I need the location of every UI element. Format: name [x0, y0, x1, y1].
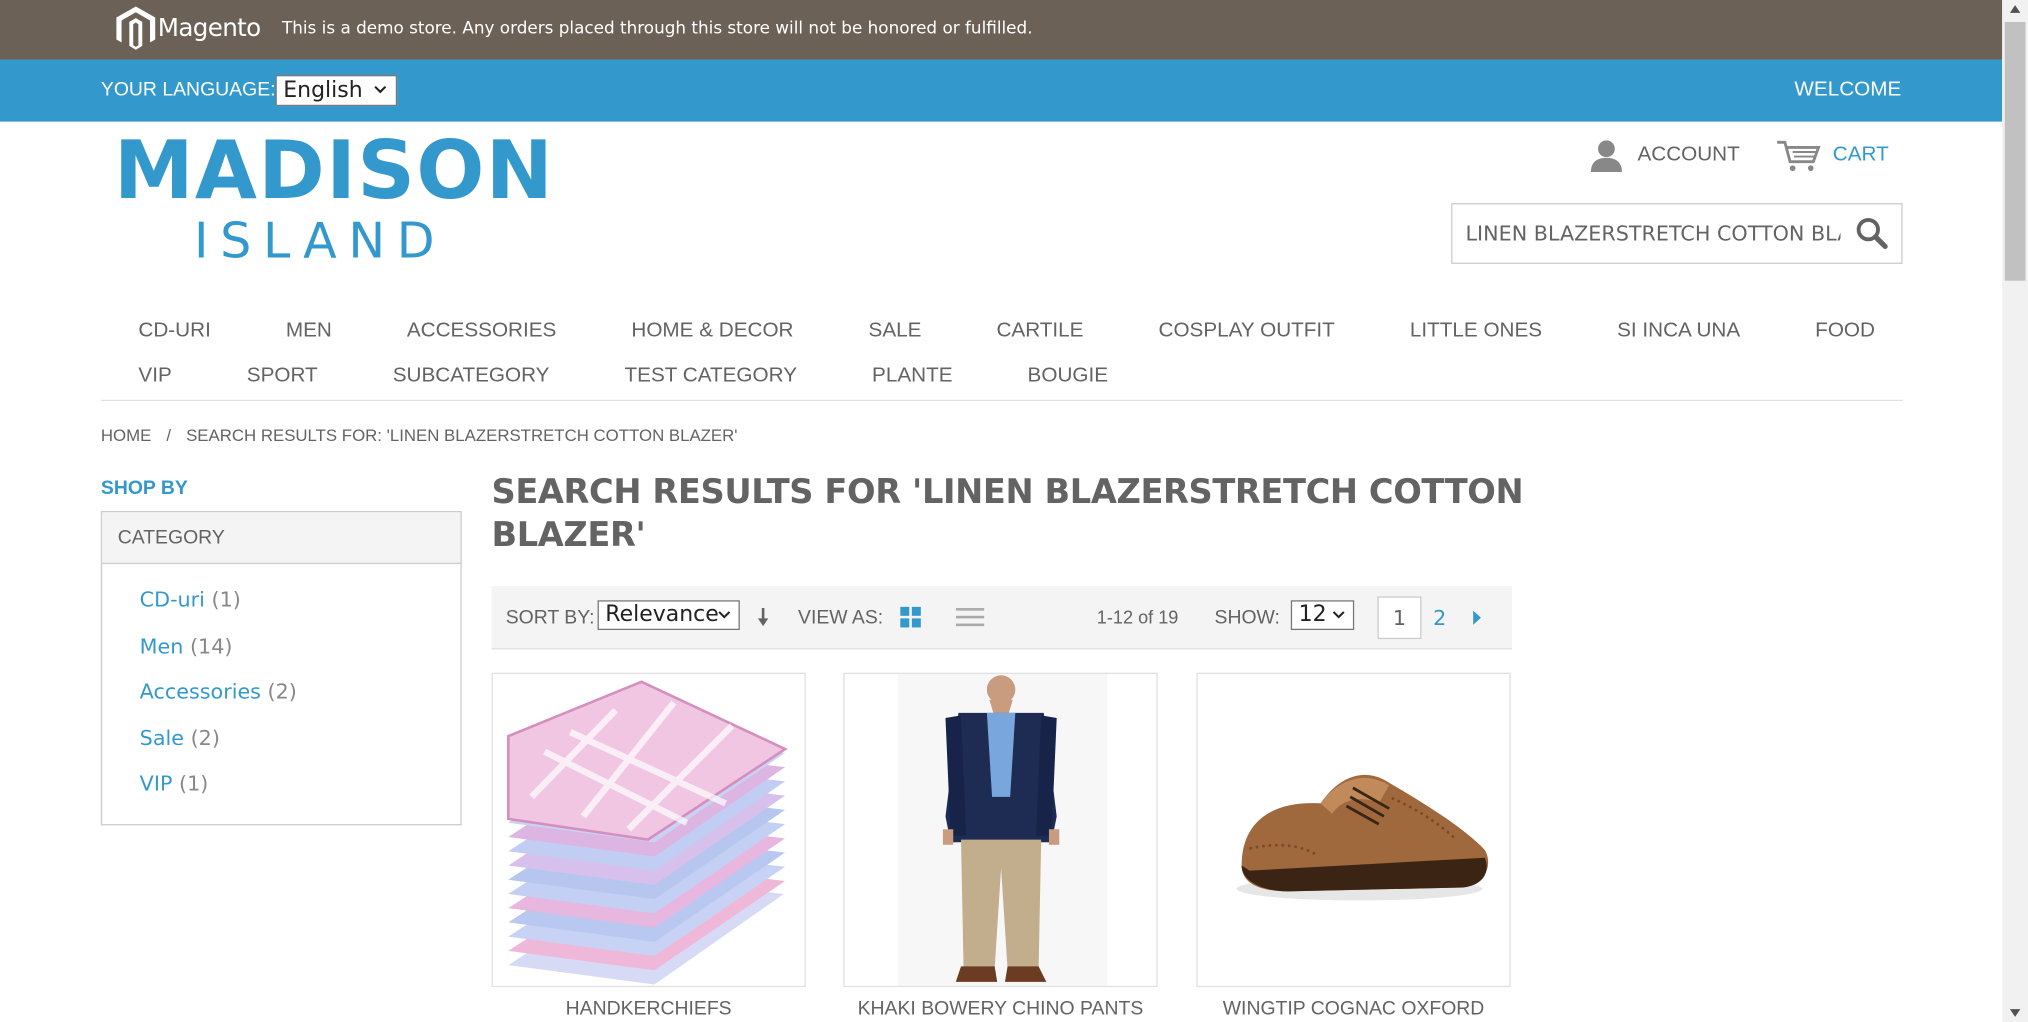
category-item[interactable]: VIP (1)	[140, 771, 461, 817]
category-link-vip[interactable]: VIP	[140, 771, 173, 796]
nav-item-food[interactable]: FOOD	[1778, 318, 1913, 344]
product-image[interactable]	[843, 672, 1158, 988]
category-count: (2)	[190, 725, 220, 750]
category-count: (1)	[179, 771, 209, 796]
page-link-2[interactable]: 2	[1433, 605, 1446, 630]
page-scrollbar[interactable]	[2002, 0, 2028, 1022]
page-title: SEARCH RESULTS FOR 'LINEN BLAZERSTRETCH …	[491, 473, 1524, 555]
sort-by-value: Relevance	[605, 601, 719, 628]
category-item[interactable]: Accessories (2)	[140, 679, 461, 725]
results-toolbar: SORT BY: Relevance VIEW AS: 1-12 of 19 S…	[491, 586, 1512, 650]
product-image[interactable]	[491, 672, 806, 988]
category-link-accessories[interactable]: Accessories	[140, 679, 261, 704]
breadcrumb-home[interactable]: HOME	[101, 426, 151, 445]
language-label: YOUR LANGUAGE:	[100, 78, 276, 101]
product-item[interactable]: WINGTIP COGNAC OXFORD	[1196, 672, 1511, 1019]
breadcrumb-current: SEARCH RESULTS FOR: 'LINEN BLAZERSTRETCH…	[186, 425, 738, 446]
show-label: SHOW:	[1214, 606, 1280, 629]
cart-icon	[1777, 140, 1821, 172]
nav-item-cd-uri[interactable]: CD-URI	[101, 318, 248, 344]
category-item[interactable]: Men (14)	[140, 633, 461, 679]
language-select[interactable]: English	[275, 75, 398, 107]
magento-logo: Magento	[115, 5, 261, 52]
logo-line-2: ISLAND	[194, 212, 447, 270]
nav-item-accessories[interactable]: ACCESSORIES	[369, 318, 594, 344]
product-item[interactable]: HANDKERCHIEFS	[491, 672, 806, 1019]
chevron-down-icon	[1332, 611, 1345, 619]
demo-notice-bar: Magento This is a demo store. Any orders…	[0, 0, 2003, 60]
search-input[interactable]	[1452, 204, 1841, 263]
magento-logo-icon	[116, 6, 156, 50]
nav-item-sport[interactable]: SPORT	[209, 364, 355, 390]
category-count: (2)	[267, 679, 297, 704]
view-as-label: VIEW AS:	[798, 606, 884, 629]
nav-item-cosplay-outfit[interactable]: COSPLAY OUTFIT	[1121, 318, 1372, 344]
sort-direction-icon[interactable]	[757, 607, 770, 628]
chevron-down-icon	[718, 611, 731, 619]
next-page-icon[interactable]	[1472, 610, 1482, 625]
nav-item-home-decor[interactable]: HOME & DECOR	[594, 318, 831, 344]
language-bar: YOUR LANGUAGE: English WELCOME	[0, 59, 2003, 122]
nav-row-1: CD-URI MEN ACCESSORIES HOME & DECOR SALE…	[101, 318, 1913, 344]
product-image[interactable]	[1196, 672, 1511, 988]
shop-by-heading: SHOP BY	[100, 477, 188, 500]
welcome-message: WELCOME	[1794, 78, 1902, 101]
chevron-down-icon	[374, 85, 387, 94]
list-view-icon[interactable]	[955, 607, 985, 628]
product-name[interactable]: HANDKERCHIEFS	[491, 997, 805, 1019]
account-link[interactable]: ACCOUNT	[1588, 138, 1740, 173]
demo-notice-text: This is a demo store. Any orders placed …	[281, 19, 1033, 39]
nav-item-test-category[interactable]: TEST CATEGORY	[587, 364, 835, 390]
category-list: CD-uri (1) Men (14) Accessories (2) Sale…	[102, 564, 460, 817]
category-filter-heading: CATEGORY	[102, 512, 461, 565]
category-link-cd-uri[interactable]: CD-uri	[140, 587, 205, 612]
limit-select[interactable]: 12	[1290, 600, 1355, 631]
madison-island-logo[interactable]: MADISON ISLAND	[113, 122, 555, 274]
nav-item-men[interactable]: MEN	[248, 318, 369, 344]
sort-by-select[interactable]: Relevance	[597, 600, 740, 631]
nav-item-vip[interactable]: VIP	[101, 364, 209, 390]
nav-item-plante[interactable]: PLANTE	[835, 364, 991, 390]
nav-item-subcategory[interactable]: SUBCATEGORY	[355, 364, 587, 390]
category-item[interactable]: CD-uri (1)	[140, 587, 461, 633]
search-box	[1451, 203, 1903, 264]
limit-value: 12	[1298, 601, 1327, 628]
category-link-sale[interactable]: Sale	[140, 725, 184, 750]
language-selected-value: English	[283, 77, 363, 104]
page-current: 1	[1377, 596, 1422, 640]
handkerchiefs-image	[507, 680, 788, 985]
nav-item-sale[interactable]: SALE	[831, 318, 959, 344]
scroll-down-arrow-icon[interactable]	[2009, 1009, 2021, 1017]
user-icon	[1590, 140, 1622, 173]
results-count: 1-12 of 19	[1096, 606, 1179, 628]
breadcrumb-separator: /	[166, 425, 172, 446]
sort-by-label: SORT BY:	[505, 606, 595, 629]
nav-row-2: VIP SPORT SUBCATEGORY TEST CATEGORY PLAN…	[101, 364, 1146, 390]
chino-pants-image	[897, 674, 1108, 986]
nav-item-si-inca-una[interactable]: SI INCA UNA	[1580, 318, 1778, 344]
nav-item-cartile[interactable]: CARTILE	[959, 318, 1121, 344]
account-label: ACCOUNT	[1637, 143, 1740, 166]
cart-link[interactable]: CART	[1776, 138, 1889, 172]
oxford-shoe-image	[1236, 774, 1489, 901]
cart-label: CART	[1832, 143, 1889, 166]
scroll-up-arrow-icon[interactable]	[2009, 5, 2021, 13]
category-item[interactable]: Sale (2)	[140, 725, 461, 771]
product-item[interactable]: KHAKI BOWERY CHINO PANTS	[843, 672, 1158, 1019]
product-name[interactable]: WINGTIP COGNAC OXFORD	[1196, 997, 1510, 1019]
search-icon[interactable]	[1855, 216, 1889, 250]
product-name[interactable]: KHAKI BOWERY CHINO PANTS	[843, 997, 1157, 1019]
nav-item-little-ones[interactable]: LITTLE ONES	[1372, 318, 1579, 344]
category-link-men[interactable]: Men	[140, 633, 184, 658]
magento-wordmark: Magento	[157, 14, 261, 43]
category-filter: CATEGORY CD-uri (1) Men (14) Accessories…	[100, 511, 462, 826]
category-count: (14)	[189, 633, 233, 658]
nav-item-bougie[interactable]: BOUGIE	[990, 364, 1146, 390]
breadcrumb: HOME / SEARCH RESULTS FOR: 'LINEN BLAZER…	[101, 426, 738, 445]
main-navigation: CD-URI MEN ACCESSORIES HOME & DECOR SALE…	[100, 308, 1903, 402]
scrollbar-thumb[interactable]	[2004, 21, 2026, 281]
grid-view-icon[interactable]	[900, 606, 921, 628]
logo-line-1: MADISON	[113, 122, 555, 218]
category-count: (1)	[211, 587, 241, 612]
